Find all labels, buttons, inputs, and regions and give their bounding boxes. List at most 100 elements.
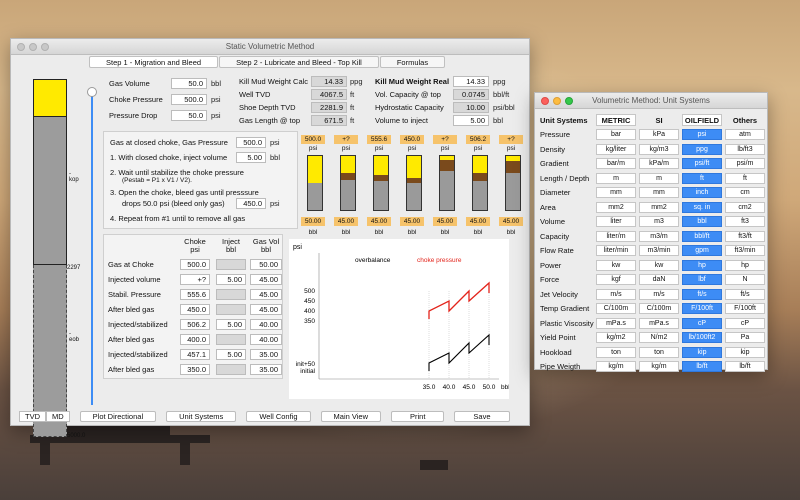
unit-option[interactable]: m [639,172,679,184]
unit-option[interactable]: ft/s [725,288,765,300]
unit-option[interactable]: kg/m [596,361,636,373]
unit-option[interactable]: m3/min [639,245,679,257]
unit-row-label: Area [540,202,556,212]
unit-option[interactable]: N [725,274,765,286]
unit-option[interactable]: kPa/m [639,158,679,170]
col-si[interactable]: SI [639,116,679,125]
unit-option[interactable]: hp [682,259,722,271]
tvd-button[interactable]: TVD [19,411,46,422]
unit-option[interactable]: kw [639,259,679,271]
kill-mud-real-input[interactable]: 14.33 [453,76,489,87]
unit-option[interactable]: sq. in [682,201,722,213]
unit-option[interactable]: ft3/ft [725,230,765,242]
unit-option[interactable]: kg/m3 [639,143,679,155]
unit-option[interactable]: lb/100ft2 [682,332,722,344]
unit-option[interactable]: kip [682,346,722,358]
main-view-button[interactable]: Main View [320,411,381,422]
depth-slider-knob[interactable] [87,87,97,97]
unit-option[interactable]: psi/ft [682,158,722,170]
unit-option[interactable]: cm2 [725,201,765,213]
unit-option[interactable]: m3/m [639,230,679,242]
unit-option[interactable]: daN [639,274,679,286]
unit-option[interactable]: ft/s [682,288,722,300]
unit-option[interactable]: mm2 [596,201,636,213]
unit-option[interactable]: C/100m [639,303,679,315]
unit-option[interactable]: ft3/min [725,245,765,257]
tab-formulas[interactable]: Formulas [379,56,446,68]
unit-option[interactable]: m/s [639,288,679,300]
unit-option[interactable]: cm [725,187,765,199]
col-others[interactable]: Others [725,116,765,125]
unit-option[interactable]: mPa.s [639,317,679,329]
unit-option[interactable]: liter/m [596,230,636,242]
shoe-depth-label: 2297 [67,265,81,271]
unit-option[interactable]: F/100ft [682,303,722,315]
unit-option[interactable]: bar [596,129,636,141]
plot-directional-button[interactable]: Plot Directional [79,411,157,422]
unit-option[interactable]: cP [725,317,765,329]
save-button[interactable]: Save [454,411,510,422]
unit-option[interactable]: Pa [725,332,765,344]
unit-option[interactable]: lbf [682,274,722,286]
unit-option[interactable]: lb/ft [725,361,765,373]
unit-option[interactable]: mm2 [639,201,679,213]
table-gas-cell: 40.00 [250,334,282,345]
unit-option[interactable]: liter/min [596,245,636,257]
volume-to-inject-unit: bbl [493,116,504,125]
unit-option[interactable]: mm [639,187,679,199]
unit-option[interactable]: atm [725,129,765,141]
unit-option[interactable]: inch [682,187,722,199]
unit-option[interactable]: ft3 [725,216,765,228]
unit-option[interactable]: kw [596,259,636,271]
gas-volume-input[interactable]: 50.0 [171,78,207,89]
print-button[interactable]: Print [391,411,445,422]
unit-systems-button[interactable]: Unit Systems [166,411,237,422]
unit-option[interactable]: kg/m2 [596,332,636,344]
unit-option[interactable]: kgf [596,274,636,286]
unit-option[interactable]: ton [639,346,679,358]
table-row-label: After bled gas [108,335,155,344]
unit-option[interactable]: cP [682,317,722,329]
unit-option[interactable]: psi/m [725,158,765,170]
md-button[interactable]: MD [46,411,70,422]
unit-option[interactable]: kPa [639,129,679,141]
tab-step2[interactable]: Step 2 - Lubricate and Bleed - Top Kill [219,56,379,68]
unit-row: Hookload ton ton kip kip [538,345,768,360]
unit-option[interactable]: m/s [596,288,636,300]
unit-option[interactable]: liter [596,216,636,228]
unit-option[interactable]: m [596,172,636,184]
unit-option[interactable]: F/100ft [725,303,765,315]
unit-option[interactable]: ppg [682,143,722,155]
unit-option[interactable]: mPa.s [596,317,636,329]
unit-option[interactable]: N/m2 [639,332,679,344]
chart-x-unit: bbl [501,384,509,391]
unit-option[interactable]: kip [725,346,765,358]
unit-option[interactable]: bbl [682,216,722,228]
volume-to-inject-input[interactable]: 5.00 [453,115,489,126]
well-config-button[interactable]: Well Config [246,411,311,422]
unit-option[interactable]: kg/m [639,361,679,373]
pressure-drop-input[interactable]: 50.0 [171,110,207,121]
unit-option[interactable]: ft [682,172,722,184]
unit-option[interactable]: kg/liter [596,143,636,155]
unit-option[interactable]: bbl/ft [682,230,722,242]
unit-option[interactable]: bar/m [596,158,636,170]
tab-step1[interactable]: Step 1 - Migration and Bleed [89,56,219,68]
depth-slider-track[interactable] [91,93,93,405]
unit-option[interactable]: lb/ft3 [725,143,765,155]
well-tvd-value: 4067.5 [311,89,347,100]
unit-option[interactable]: ton [596,346,636,358]
unit-option[interactable]: gpm [682,245,722,257]
unit-option[interactable]: C/100m [596,303,636,315]
unit-option[interactable]: mm [596,187,636,199]
unit-option[interactable]: psi [682,129,722,141]
bar-top-value: 555.6 [367,135,391,144]
unit-option[interactable]: ft [725,172,765,184]
unit-option[interactable]: m3 [639,216,679,228]
instr-line2: 1. With closed choke, inject volume [110,153,228,162]
unit-option[interactable]: lb/ft [682,361,722,373]
unit-option[interactable]: hp [725,259,765,271]
col-oilfield[interactable]: OILFIELD [682,114,722,127]
choke-pressure-input[interactable]: 500.0 [171,94,207,105]
col-metric[interactable]: METRIC [596,114,636,127]
